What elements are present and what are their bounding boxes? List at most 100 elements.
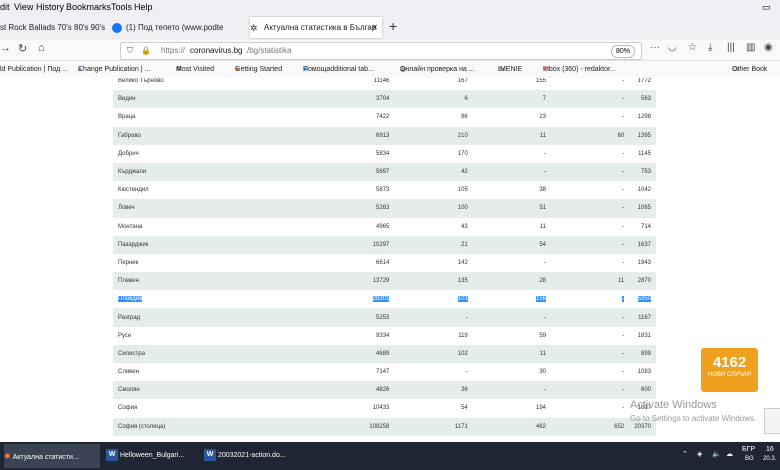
taskbar: ● Актуална статисти... W Helloween_Bulga… (0, 442, 780, 470)
menu-edit[interactable]: dit (0, 0, 10, 14)
clock-time[interactable]: 16 (766, 446, 774, 453)
icu-cell: - (622, 369, 625, 376)
tab-statistics[interactable]: ✲ Актуална статистика в Българ ✕ (250, 17, 382, 38)
recent-cases-cell: 563 (640, 96, 651, 103)
region-name-cell: София (118, 405, 138, 412)
network-icon[interactable]: ◈ (697, 450, 702, 458)
region-name-cell: Добрич (118, 150, 139, 157)
menu-view[interactable]: View (14, 0, 33, 14)
url-bar[interactable]: ⛉ 🔒 https:// coronavirus.bg /bg/statisti… (120, 42, 642, 60)
total-cases-cell: 5253 (376, 314, 390, 321)
tab-title: (1) Под тепето (www.podte (126, 23, 224, 32)
shield-icon: ⛉ (127, 46, 133, 55)
table-row: Габрово 6913 210 11 60 1395 (113, 126, 656, 145)
taskbar-firefox[interactable]: ● Актуална статисти... (4, 444, 100, 468)
more-icon[interactable]: ··· (650, 42, 660, 53)
chevron-up-icon[interactable]: ⌃ (682, 450, 688, 458)
taskbar-label: Актуална статисти... (12, 454, 79, 461)
download-icon[interactable]: ⤓ (708, 42, 712, 53)
hospitalized-cell: 59 (539, 332, 547, 339)
volume-icon[interactable]: 🔈 (712, 450, 721, 458)
region-name-cell: София (столица) (118, 423, 166, 430)
new-cases-badge[interactable]: 4162 НОВИ СЛУЧАЯ (701, 348, 758, 392)
recent-cases-cell: 1831 (637, 332, 651, 339)
region-name-cell: Кърджали (118, 169, 147, 176)
region-name-cell: Велико Търново (118, 78, 164, 85)
recent-cases-cell: 1145 (638, 150, 651, 157)
total-cases-cell: 28301 (372, 296, 390, 303)
table-row: Сливен 7147 - 30 - 1083 (113, 363, 656, 382)
region-name-cell: Русе (118, 332, 132, 339)
total-cases-cell: 13729 (372, 278, 390, 285)
bookmark-item[interactable]: ld Publication | Под ... (0, 62, 68, 78)
close-tab-icon[interactable]: ✕ (371, 17, 378, 38)
icu-cell: - (622, 96, 625, 103)
recent-cases-cell: 1167 (638, 314, 651, 321)
region-name-cell: Пазарджик (118, 241, 149, 248)
icu-cell: - (622, 259, 625, 266)
forward-icon[interactable]: → (0, 42, 11, 54)
recent-cases-cell: 1065 (637, 205, 651, 212)
hospitalized-cell: 11 (539, 223, 547, 230)
icu-cell: - (622, 223, 625, 230)
menu-bar: dit View History Bookmarks Tools Help ▭ (0, 0, 780, 14)
menu-bookmarks[interactable]: Bookmarks (66, 0, 111, 14)
table-row: Кърджали 5697 42 - - 753 (113, 162, 656, 182)
icu-cell: - (622, 314, 625, 321)
total-cases-cell: 10433 (372, 405, 390, 412)
zoom-level[interactable]: 80% (610, 45, 635, 58)
bookmark-star-icon[interactable]: ☆ (688, 42, 697, 53)
hospitalized-cell: 194 (536, 405, 547, 412)
recent-cases-cell: 1042 (637, 187, 651, 194)
icu-cell: - (622, 114, 625, 121)
taskbar-word-2[interactable]: W 20032021-action.do... (204, 444, 300, 468)
recent-cases-cell: 1637 (637, 241, 651, 248)
bookmark-label: Most Visited (176, 66, 214, 73)
total-cases-cell: 5697 (376, 169, 390, 176)
url-prefix: https:// (161, 46, 186, 55)
bookmark-label: Other Book (732, 66, 768, 73)
total-cases-cell: 4826 (376, 387, 390, 394)
table-row: Пловдив 28301 101 156 - 5350 (113, 290, 656, 309)
facebook-icon (112, 22, 122, 33)
icu-cell: - (622, 241, 625, 248)
active-cell: 54 (461, 405, 468, 412)
language-indicator[interactable]: БГР (742, 446, 755, 453)
active-cell: 102 (457, 350, 468, 357)
region-name-cell: Смолян (118, 387, 140, 394)
pocket-icon[interactable]: ◡ (668, 42, 677, 53)
tab-rock-ballads[interactable]: st Rock Ballads 70's 80's 90's (0, 17, 105, 38)
library-icon[interactable]: ||| (727, 42, 735, 53)
hospitalized-cell: 462 (536, 423, 547, 430)
icu-cell: - (622, 150, 625, 157)
menu-history[interactable]: History (36, 0, 64, 14)
active-cell: 210 (457, 132, 468, 139)
table-row: Добрич 5834 170 - - 1145 (113, 144, 656, 163)
reload-icon[interactable]: ↻ (18, 42, 27, 55)
onedrive-icon[interactable]: ☁ (726, 450, 733, 458)
menu-help[interactable]: Help (134, 0, 153, 14)
restore-icon[interactable]: ▭ (762, 0, 771, 14)
menu-tools[interactable]: Tools (111, 0, 132, 14)
active-cell: 119 (458, 332, 468, 339)
taskbar-word-1[interactable]: W Helloween_Bulgari... (106, 444, 198, 468)
hospitalized-cell: 11 (539, 132, 547, 139)
new-tab-button[interactable]: + (389, 18, 397, 34)
recent-cases-cell: 5350 (637, 296, 651, 303)
total-cases-cell: 5873 (376, 187, 390, 194)
hospitalized-cell: - (544, 150, 547, 157)
icu-cell: - (622, 387, 625, 394)
table-row: София (столица) 108258 1171 462 652 20370 (113, 417, 656, 436)
sidebar-icon[interactable]: ▥ (746, 42, 755, 53)
home-icon[interactable]: ⌂ (38, 42, 45, 54)
table-row: Монтана 4965 43 11 - 714 (113, 217, 656, 236)
table-row: Видин 3704 6 7 - 563 (113, 90, 656, 109)
hospitalized-cell: - (544, 259, 547, 266)
hospitalized-cell: 11 (539, 350, 547, 357)
total-cases-cell: 108258 (369, 423, 390, 430)
region-name-cell: Видин (118, 96, 136, 103)
account-icon[interactable]: ◉ (764, 42, 773, 53)
tab-facebook[interactable]: (1) Под тепето (www.podte (112, 17, 244, 38)
icu-cell: - (622, 187, 625, 194)
total-cases-cell: 9334 (376, 332, 390, 339)
